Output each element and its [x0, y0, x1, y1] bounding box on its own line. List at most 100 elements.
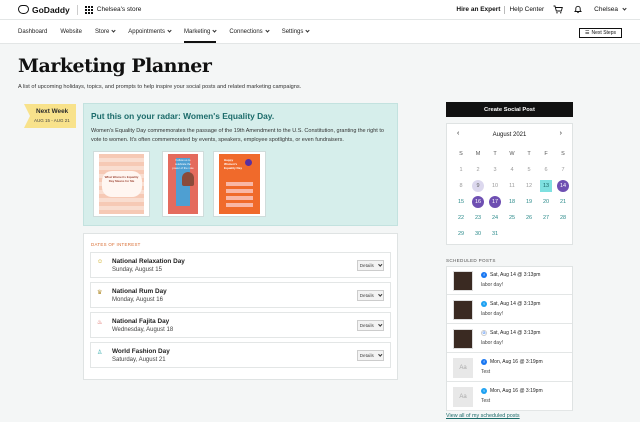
- calendar-day[interactable]: 1: [455, 164, 467, 176]
- store-name[interactable]: Chelsea's store: [97, 6, 142, 13]
- brand-name: GoDaddy: [32, 4, 70, 15]
- chevron-down-icon: [265, 28, 270, 33]
- post-datetime: Mon, Aug 16 @ 3:19pm: [490, 359, 543, 365]
- hire-expert-link[interactable]: Hire an Expert: [456, 6, 500, 13]
- calendar-day[interactable]: 26: [523, 212, 535, 224]
- nav-label: Settings: [281, 28, 304, 35]
- details-button[interactable]: Details: [357, 290, 384, 301]
- post-datetime: Mon, Aug 16 @ 3:19pm: [490, 388, 543, 394]
- calendar-day[interactable]: 30: [472, 228, 484, 240]
- page-subtitle: A list of upcoming holidays, topics, and…: [18, 84, 302, 90]
- calendar-day[interactable]: 20: [540, 196, 552, 208]
- nav-website[interactable]: Website: [60, 20, 82, 43]
- chevron-down-icon: [212, 28, 217, 33]
- calendar-day[interactable]: 16: [472, 196, 484, 208]
- details-button[interactable]: Details: [357, 350, 384, 361]
- calendar-day[interactable]: 2: [472, 164, 484, 176]
- calendar-day[interactable]: 9: [472, 180, 484, 192]
- template-thumbnail[interactable]: Happy Women's Equality Day: [213, 151, 266, 217]
- create-social-post-button[interactable]: Create Social Post: [446, 102, 573, 117]
- calendar-day[interactable]: 29: [455, 228, 467, 240]
- calendar-day[interactable]: 14: [557, 180, 569, 192]
- chevron-right-icon[interactable]: ›: [560, 130, 562, 137]
- details-label: Details: [359, 353, 374, 358]
- details-button[interactable]: Details: [357, 260, 384, 271]
- calendar-day[interactable]: 21: [557, 196, 569, 208]
- nav-marketing[interactable]: Marketing: [183, 20, 217, 43]
- calendar-day[interactable]: 28: [557, 212, 569, 224]
- calendar-day[interactable]: 22: [455, 212, 467, 224]
- calendar-day[interactable]: 27: [540, 212, 552, 224]
- flower-icon: [245, 159, 252, 166]
- post-datetime: Sat, Aug 14 @ 3:13pm: [490, 330, 541, 336]
- godaddy-logo[interactable]: GoDaddy: [18, 5, 70, 15]
- facebook-icon: f: [481, 272, 487, 278]
- post-text: labor day!: [481, 311, 503, 317]
- nav-dashboard[interactable]: Dashboard: [18, 20, 47, 43]
- nav-label: Marketing: [183, 28, 211, 35]
- calendar-day[interactable]: 4: [506, 164, 518, 176]
- godaddy-logo-icon: [18, 5, 29, 14]
- event-date: Monday, August 16: [112, 297, 163, 303]
- weekday-header: F: [544, 151, 548, 157]
- calendar-day[interactable]: 5: [523, 164, 535, 176]
- calendar-day[interactable]: 13: [540, 180, 552, 192]
- bell-icon[interactable]: [572, 5, 584, 15]
- week-range: AUG 15 - AUG 21: [34, 118, 70, 123]
- chevron-down-icon: [622, 6, 627, 11]
- cart-icon[interactable]: [552, 5, 564, 15]
- post-schedule: f Sat, Aug 14 @ 3:13pm: [481, 272, 540, 278]
- post-schedule: t Mon, Aug 16 @ 3:19pm: [481, 388, 543, 394]
- calendar-day[interactable]: 3: [489, 164, 501, 176]
- template-thumbnail[interactable]: What Women's Equality Day Means for Me: [93, 151, 150, 217]
- calendar-day[interactable]: 31: [489, 228, 501, 240]
- dates-of-interest-panel: DATES OF INTEREST ☺ National Relaxation …: [83, 233, 398, 380]
- nav-connections[interactable]: Connections: [229, 20, 270, 43]
- checklist-icon: ☰: [585, 30, 590, 36]
- help-center-link[interactable]: Help Center: [509, 6, 544, 13]
- scheduled-post[interactable]: t Sat, Aug 14 @ 3:13pm labor day!: [447, 296, 572, 324]
- scheduled-post[interactable]: f Sat, Aug 14 @ 3:13pm labor day!: [447, 267, 572, 295]
- calendar-day[interactable]: 18: [506, 196, 518, 208]
- calendar-day[interactable]: 6: [540, 164, 552, 176]
- user-menu[interactable]: Chelsea: [594, 6, 627, 13]
- calendar-day[interactable]: 11: [506, 180, 518, 192]
- calendar-day[interactable]: 25: [506, 212, 518, 224]
- nav-store[interactable]: Store: [95, 20, 116, 43]
- template-thumbnail[interactable]: Follow us to celebrate the power of the …: [162, 151, 204, 217]
- weekday-header: W: [509, 151, 515, 157]
- user-name: Chelsea: [594, 6, 618, 13]
- person-image: [182, 172, 194, 186]
- placeholder-thumbnail: Aa: [453, 358, 473, 378]
- weekday-header: T: [527, 151, 531, 157]
- event-name: National Relaxation Day: [112, 258, 185, 265]
- calendar-day[interactable]: 8: [455, 180, 467, 192]
- weekday-header: M: [475, 151, 481, 157]
- apps-grid-icon[interactable]: [84, 5, 93, 14]
- calendar-day[interactable]: 24: [489, 212, 501, 224]
- event-name: National Rum Day: [112, 288, 167, 295]
- calendar-day[interactable]: 7: [557, 164, 569, 176]
- next-steps-button[interactable]: ☰ Next Steps: [579, 28, 622, 38]
- event-name: National Fajita Day: [112, 318, 170, 325]
- chevron-down-icon: [111, 28, 116, 33]
- post-text: labor day!: [481, 282, 503, 288]
- calendar-day[interactable]: 23: [472, 212, 484, 224]
- divider: [504, 5, 506, 14]
- post-thumbnail: [453, 271, 473, 291]
- nav-appointments[interactable]: Appointments: [128, 20, 172, 43]
- chevron-down-icon: [378, 292, 382, 297]
- scheduled-post[interactable]: Aa f Mon, Aug 16 @ 3:19pm Test: [447, 354, 572, 382]
- calendar-day[interactable]: 10: [489, 180, 501, 192]
- calendar-day[interactable]: 19: [523, 196, 535, 208]
- chevron-down-icon: [378, 352, 382, 357]
- scheduled-post[interactable]: G Sat, Aug 14 @ 3:13pm labor day!: [447, 325, 572, 353]
- calendar-day[interactable]: 15: [455, 196, 467, 208]
- calendar-day[interactable]: 17: [489, 196, 501, 208]
- nav-settings[interactable]: Settings: [282, 20, 310, 43]
- scheduled-post[interactable]: Aa t Mon, Aug 16 @ 3:19pm Test: [447, 383, 572, 411]
- top-bar: GoDaddy Chelsea's store Hire an Expert H…: [0, 0, 640, 20]
- details-button[interactable]: Details: [357, 320, 384, 331]
- view-all-scheduled-link[interactable]: View all of my scheduled posts: [446, 413, 520, 419]
- calendar-day[interactable]: 12: [523, 180, 535, 192]
